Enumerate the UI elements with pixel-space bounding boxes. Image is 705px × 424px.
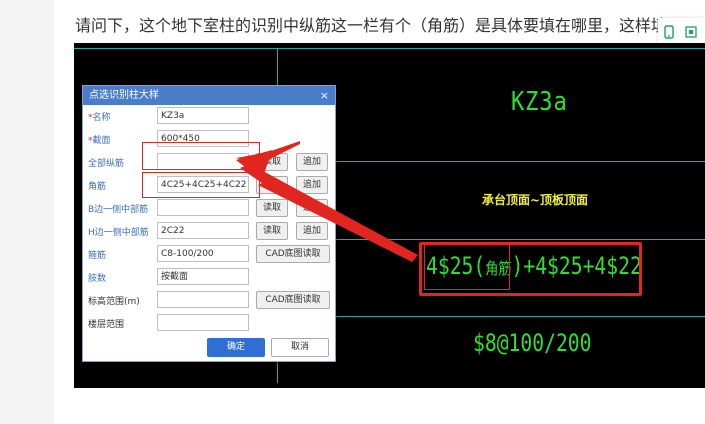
arrow-to-corner: [240, 164, 418, 262]
annotation-arrows: [236, 141, 418, 262]
